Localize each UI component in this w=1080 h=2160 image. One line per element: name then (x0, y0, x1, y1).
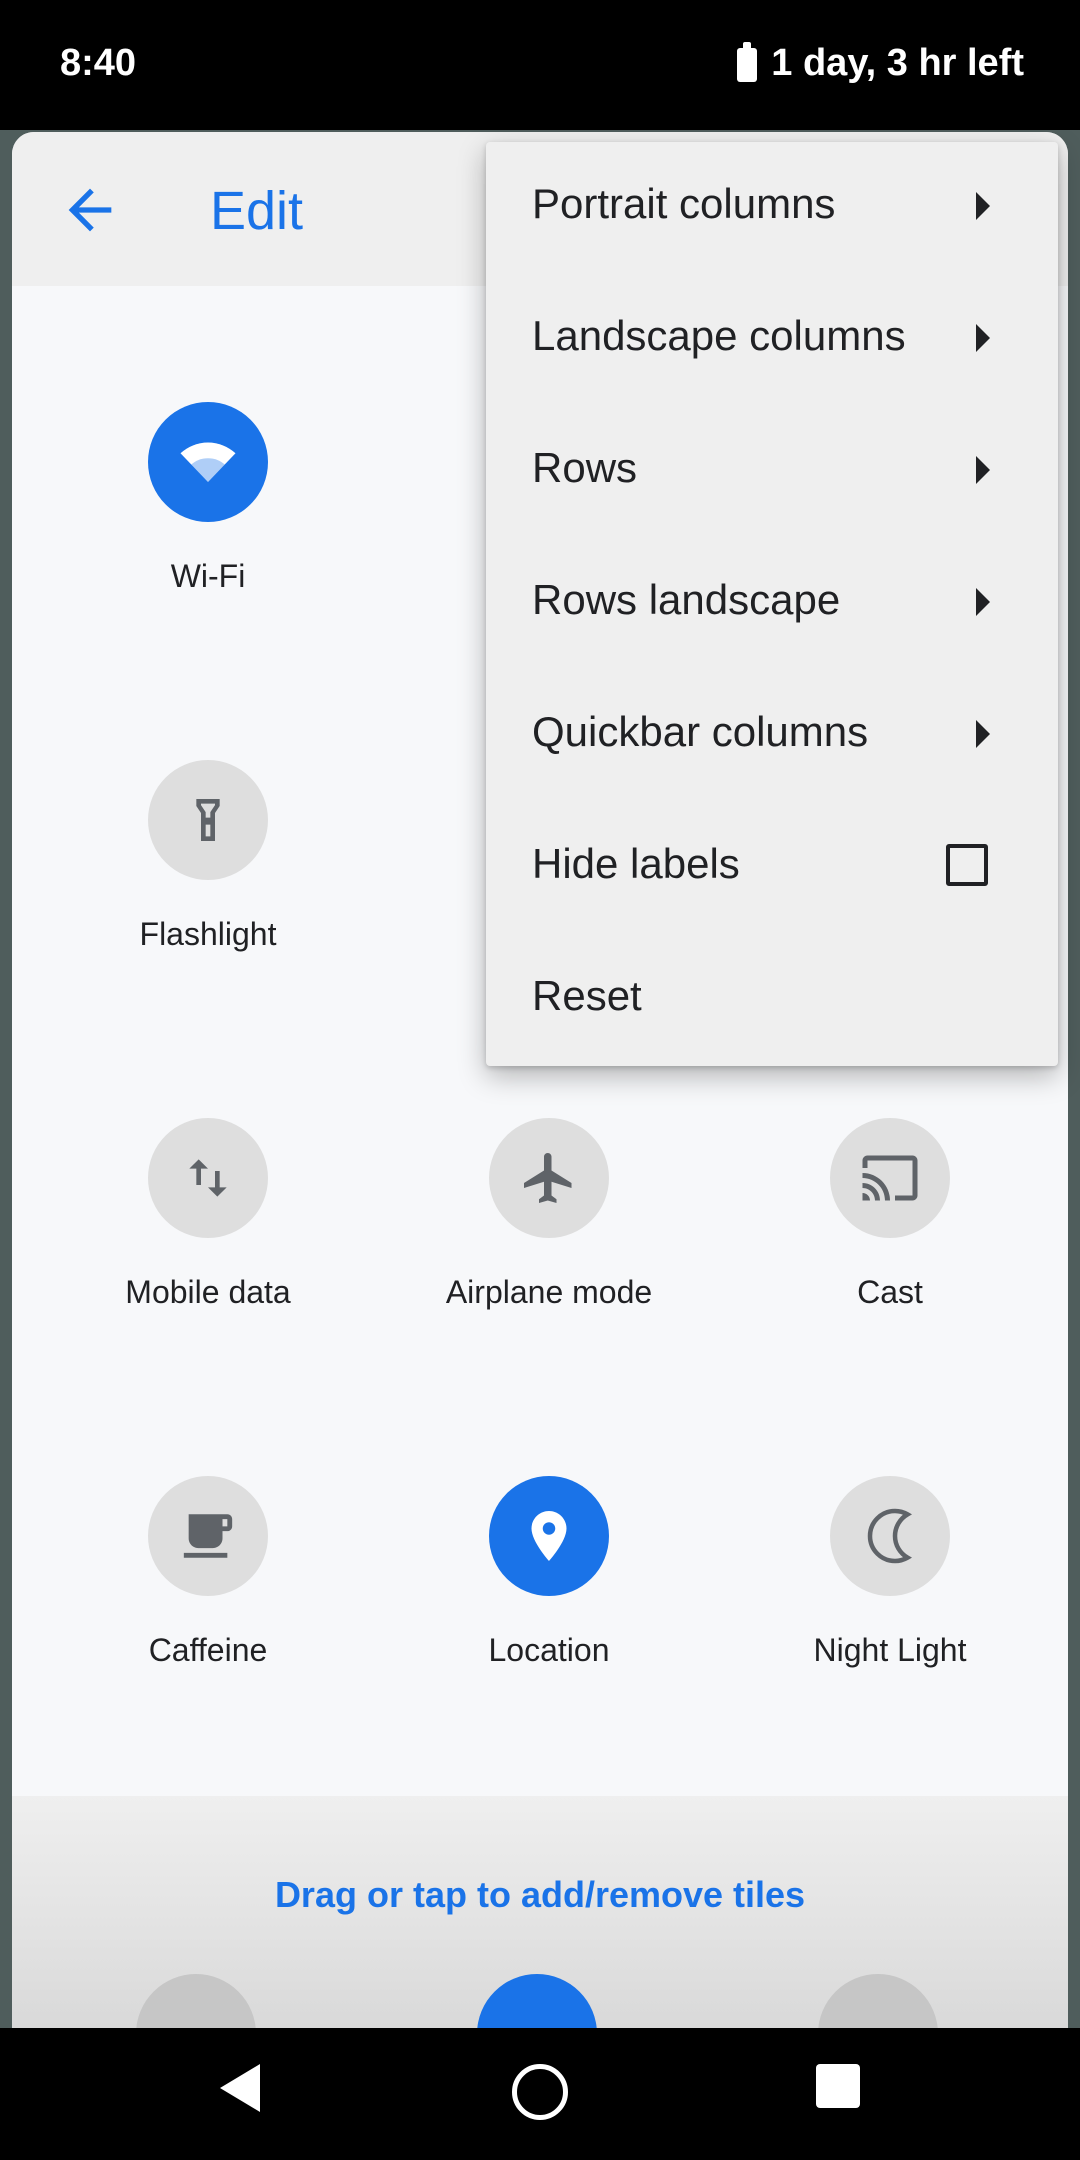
menu-item-rows[interactable]: Rows (486, 406, 1058, 538)
status-time: 8:40 (60, 42, 137, 84)
menu-item-landscape-columns[interactable]: Landscape columns (486, 274, 1058, 406)
back-arrow-icon[interactable] (58, 178, 122, 242)
menu-item-label: Hide labels (532, 840, 740, 887)
tile-label: Location (488, 1632, 610, 1668)
menu-item-portrait-columns[interactable]: Portrait columns (486, 142, 1058, 274)
tile-location[interactable]: Location (379, 1476, 719, 1736)
airplane-icon (489, 1118, 609, 1238)
tile-mobile-data[interactable]: Mobile data (38, 1118, 378, 1378)
add-tiles-area: Drag or tap to add/remove tiles (12, 1796, 1068, 2028)
menu-item-label: Landscape columns (532, 312, 906, 359)
overflow-menu: Portrait columns Landscape columns Rows … (486, 142, 1058, 1066)
nav-home-icon[interactable] (512, 2064, 568, 2120)
status-bar: 8:40 1 day, 3 hr left (0, 0, 1080, 130)
submenu-arrow-icon (976, 456, 990, 484)
tile-airplane-mode[interactable]: Airplane mode (379, 1118, 719, 1378)
menu-item-rows-landscape[interactable]: Rows landscape (486, 538, 1058, 670)
tile-label: Flashlight (139, 916, 277, 952)
page-title: Edit (210, 181, 304, 241)
tile-label: Caffeine (148, 1632, 268, 1668)
tile-night-light[interactable]: Night Light (720, 1476, 1060, 1736)
tile-wifi[interactable]: Wi-Fi (38, 402, 378, 662)
coffee-cup-icon (148, 1476, 268, 1596)
tile-label: Cast (857, 1274, 923, 1310)
navigation-bar (0, 2028, 1080, 2160)
add-tiles-hint: Drag or tap to add/remove tiles (274, 1874, 806, 1915)
cast-icon (830, 1118, 950, 1238)
available-tile[interactable] (818, 1974, 938, 2028)
battery-text: 1 day, 3 hr left (771, 42, 1024, 84)
battery-status: 1 day, 3 hr left (737, 41, 1024, 85)
submenu-arrow-icon (976, 720, 990, 748)
wifi-icon (148, 402, 268, 522)
tile-cast[interactable]: Cast (720, 1118, 1060, 1378)
flashlight-icon (148, 760, 268, 880)
nav-recents-icon[interactable] (816, 2064, 860, 2108)
submenu-arrow-icon (976, 192, 990, 220)
tile-label: Airplane mode (445, 1274, 653, 1310)
tile-caffeine[interactable]: Caffeine (38, 1476, 378, 1736)
hide-labels-checkbox[interactable] (946, 844, 988, 886)
menu-item-label: Rows landscape (532, 576, 841, 623)
location-pin-icon (489, 1476, 609, 1596)
menu-item-label: Reset (532, 972, 642, 1019)
menu-item-reset[interactable]: Reset (486, 934, 1058, 1066)
submenu-arrow-icon (976, 588, 990, 616)
available-tile[interactable] (136, 1974, 256, 2028)
tile-flashlight[interactable]: Flashlight (38, 760, 378, 1020)
menu-item-quickbar-columns[interactable]: Quickbar columns (486, 670, 1058, 802)
menu-item-hide-labels[interactable]: Hide labels (486, 802, 1058, 934)
tile-label: Mobile data (125, 1274, 291, 1310)
available-tile[interactable] (477, 1974, 597, 2028)
menu-item-label: Rows (532, 444, 638, 491)
tile-label: Night Light (813, 1632, 967, 1668)
menu-item-label: Portrait columns (532, 180, 836, 227)
tile-label: Wi-Fi (170, 558, 246, 594)
submenu-arrow-icon (976, 324, 990, 352)
menu-item-label: Quickbar columns (532, 708, 869, 755)
nav-back-icon[interactable] (220, 2064, 260, 2112)
battery-icon (737, 41, 758, 82)
mobile-data-icon (148, 1118, 268, 1238)
moon-icon (830, 1476, 950, 1596)
